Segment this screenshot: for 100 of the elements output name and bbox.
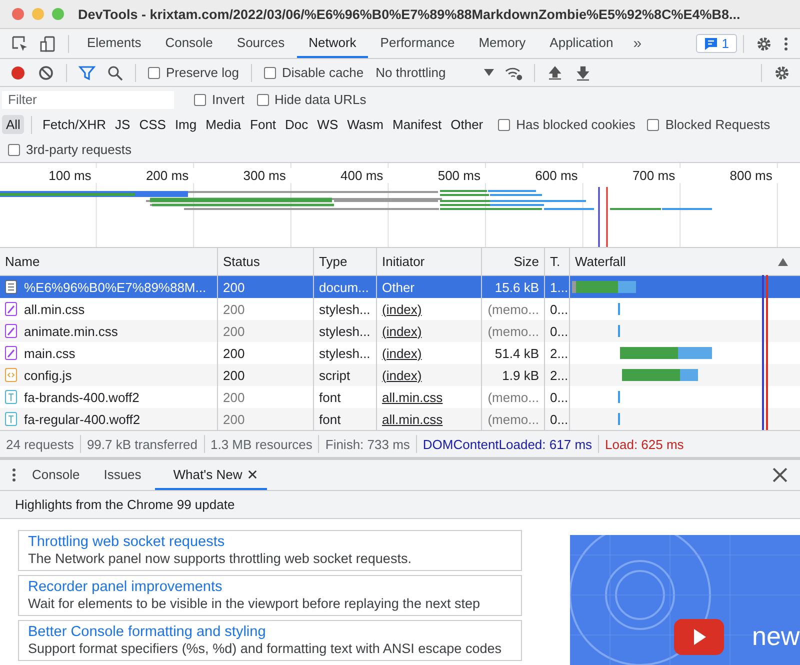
type-filter-button[interactable]: Manifest [388,115,446,134]
size-cell: (memo... [482,320,545,342]
close-window-button[interactable] [12,8,24,20]
stylesheet-file-icon [5,346,17,360]
filter-icon[interactable] [78,64,96,82]
drawer-tab[interactable]: Console [22,460,90,490]
request-name: main.css [24,346,76,360]
more-tabs-button[interactable]: » [625,29,650,58]
column-header[interactable]: Waterfall [570,248,800,275]
initiator-link[interactable]: (index) [382,324,422,338]
blocked-requests-checkbox[interactable] [647,118,660,130]
initiator-link[interactable]: all.min.css [382,390,443,404]
close-icon[interactable] [771,466,789,484]
close-icon[interactable] [248,470,258,478]
summary-text: DOMContentLoaded: 617 ms [422,436,592,452]
clear-icon[interactable] [37,64,55,82]
preserve-log-checkbox[interactable] [148,66,160,78]
type-filter-button[interactable]: Other [446,115,488,134]
type-filter-button[interactable]: JS [111,115,134,134]
font-file-icon [5,412,17,426]
type-filter-button[interactable]: Doc [281,115,312,134]
type-cell: script [314,364,377,386]
panel-tab[interactable]: Application [538,29,626,58]
type-cell: docum... [314,276,377,298]
checkbox-label: Has blocked cookies [516,117,636,132]
request-row[interactable]: fa-regular-400.woff2 200 font all.min.css (memo... 0... [0,408,800,430]
checkbox-label: Hide data URLs [274,92,366,107]
column-header[interactable]: Type [314,248,377,275]
request-row[interactable]: %E6%96%B0%E7%89%88M... 200 docum... Other 15.6 kB 1... [0,276,800,298]
checkbox-label: 3rd-party requests [26,142,132,157]
panel-tab[interactable]: Elements [75,29,154,58]
video-thumbnail[interactable]: new [570,535,800,665]
hide-data-urls-checkbox[interactable] [256,94,269,106]
column-header[interactable]: T. [545,248,570,275]
caret-icon [484,68,494,76]
time-cell: 0... [545,408,570,430]
type-filter-button[interactable]: WS [313,115,342,134]
third-party-checkbox[interactable] [8,144,20,156]
initiator-link[interactable]: (index) [382,302,422,316]
news-description: Support format specifiers (%s, %d) and formatting text with ANSI escape codes [28,641,502,656]
device-toolbar-icon[interactable] [39,34,57,52]
search-icon[interactable] [106,64,124,82]
type-cell: stylesh... [314,320,377,342]
play-button-icon[interactable] [674,619,724,655]
invert-checkbox[interactable] [194,94,206,106]
time-cell: 2... [545,364,570,386]
status-cell: 200 [218,364,314,386]
throttling-dropdown[interactable]: No throttling [370,65,500,80]
settings-icon[interactable] [773,64,791,82]
column-header[interactable]: Initiator [377,248,482,275]
news-title-link[interactable]: Better Console formatting and styling [28,624,512,640]
window-title: DevTools - krixtam.com/2022/03/06/%E6%96%B0%E7%89%88MarkdownZombie%E5%92%8C%E4%B8... [78,6,740,22]
column-header[interactable]: Status [218,248,314,275]
panel-tab[interactable]: Sources [224,29,297,58]
size-cell: 15.6 kB [482,276,545,298]
news-description: The Network panel now supports throttling web socket requests. [28,551,412,566]
initiator-link[interactable]: (index) [382,346,422,360]
summary-text: 1.3 MB resources [210,436,312,452]
more-options-icon[interactable] [783,34,789,52]
request-row[interactable]: animate.min.css 200 stylesh... (index) (memo... 0... [0,320,800,342]
type-cell: font [314,408,377,430]
type-filter-button[interactable]: Img [170,115,201,134]
filter-field[interactable]: Filter [2,90,174,108]
summary-text: Load: 625 ms [605,436,684,452]
stylesheet-file-icon [5,302,17,316]
blocked-cookies-checkbox[interactable] [498,118,510,130]
drawer-tab[interactable]: Issues [94,460,152,490]
size-cell: 1.9 kB [482,364,545,386]
sort-ascending-icon[interactable] [778,258,788,266]
news-title-link[interactable]: Recorder panel improvements [28,579,512,595]
type-filter-button[interactable]: Wasm [343,115,388,134]
size-cell: (memo... [482,408,545,430]
request-name: config.js [24,368,72,382]
type-filter-button[interactable]: Media [202,115,246,134]
checkbox-label: Disable cache [282,65,364,80]
highlights-heading: Highlights from the Chrome 99 update [0,491,800,519]
stylesheet-file-icon [5,324,17,338]
settings-icon[interactable] [755,34,773,52]
initiator-link[interactable]: all.min.css [382,412,443,426]
column-header[interactable]: Size [482,248,545,275]
panel-tab[interactable]: Performance [368,29,467,58]
drawer-menu-icon[interactable] [11,466,17,484]
type-filter-button[interactable]: Font [246,115,280,134]
request-name: %E6%96%B0%E7%89%88M... [24,280,206,294]
record-button[interactable] [9,64,27,82]
panel-tab[interactable]: Console [153,29,225,58]
type-filter-button[interactable]: Fetch/XHR [38,115,110,134]
column-header[interactable]: Name [0,248,218,275]
checkbox-label: Blocked Requests [665,117,770,132]
news-title-link[interactable]: Throttling web socket requests [28,534,512,550]
disable-cache-checkbox[interactable] [264,66,276,78]
element-picker-icon[interactable] [11,34,29,52]
type-filter-button[interactable]: All [2,115,24,134]
initiator-link[interactable]: (index) [382,368,422,382]
request-row[interactable]: config.js 200 script (index) 1.9 kB 2... [0,364,800,386]
panel-tab[interactable]: Memory [466,29,538,58]
type-filter-button[interactable]: CSS [135,115,170,134]
issues-badge[interactable]: 1 [696,34,737,53]
time-cell: 0... [545,320,570,342]
checkbox-label: Preserve log [166,65,239,80]
